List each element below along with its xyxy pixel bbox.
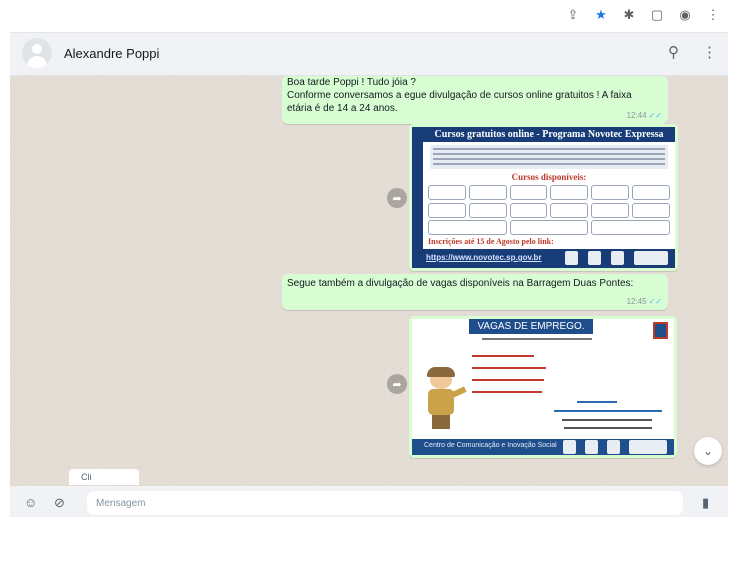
worker-body-shape — [428, 389, 454, 415]
image-message[interactable]: Cursos gratuitos online - Programa Novot… — [409, 124, 678, 271]
course-grid-bottom — [428, 220, 671, 235]
message-input[interactable] — [87, 491, 683, 515]
job-line — [472, 391, 542, 393]
job-flyer-image[interactable]: VAGAS DE EMPREGO. Centro de Comunicação … — [412, 319, 674, 455]
course-grid — [428, 185, 670, 218]
compose-bar: ☺ ⊘ ▮ — [10, 486, 728, 517]
course-cell — [632, 185, 670, 200]
message-time: 12:45 ✓✓ — [627, 295, 662, 308]
message-line: Boa tarde Poppi ! Tudo jóia ? — [287, 77, 416, 88]
course-cell — [591, 203, 630, 218]
image-message[interactable]: VAGAS DE EMPREGO. Centro de Comunicação … — [409, 316, 677, 458]
course-cell — [428, 220, 507, 235]
profile-icon[interactable]: ◉ — [678, 7, 692, 22]
search-icon[interactable]: ⚲ — [668, 43, 679, 61]
mic-icon[interactable]: ▮ — [702, 495, 709, 511]
emoji-icon[interactable]: ☺ — [24, 495, 37, 510]
course-cell — [509, 203, 548, 218]
worker-arm-shape — [451, 386, 467, 398]
flyer-link: https://www.novotec.sp.gov.br — [426, 253, 542, 262]
course-flyer-image[interactable]: Cursos gratuitos online - Programa Novot… — [412, 127, 675, 268]
logo-icon — [634, 251, 668, 265]
logo-icon — [588, 251, 601, 265]
avatar-head-shape — [32, 44, 42, 54]
course-cell — [428, 203, 466, 218]
worker-legs-shape — [432, 415, 450, 429]
avatar-body-shape — [27, 56, 47, 68]
sidebar-icon[interactable]: ▢ — [650, 7, 664, 22]
logo-icon — [629, 440, 667, 454]
worker-illustration — [420, 367, 468, 429]
contact-line — [577, 401, 617, 403]
course-cell — [550, 203, 589, 218]
conversation-panel[interactable]: Boa tarde Poppi ! Tudo jóia ? Conforme c… — [10, 76, 728, 486]
menu-icon[interactable]: ⋮ — [702, 43, 717, 61]
time-text: 12:45 — [626, 297, 647, 306]
read-check-icon: ✓✓ — [648, 297, 662, 306]
course-cell — [591, 185, 630, 200]
star-icon[interactable]: ★ — [594, 7, 608, 22]
message-line: Conforme conversamos a egue divulgação d… — [287, 90, 632, 101]
time-text: 12:44 — [626, 111, 647, 120]
logo-icon — [653, 322, 668, 339]
avatar[interactable] — [22, 38, 52, 68]
job-line — [472, 379, 544, 381]
course-cell — [550, 185, 589, 200]
forward-icon[interactable]: ➦ — [387, 188, 407, 208]
attach-icon[interactable]: ⊘ — [54, 495, 65, 511]
course-cell — [509, 185, 548, 200]
chat-header[interactable]: Alexandre Poppi ⚲ ⋮ — [10, 33, 728, 76]
extensions-icon[interactable]: ✱ — [622, 7, 636, 22]
logo-icon — [585, 440, 598, 454]
scroll-down-button[interactable]: ⌄ — [694, 437, 722, 465]
course-cell — [428, 185, 466, 200]
browser-toolbar: ⇪ ★ ✱ ▢ ◉ ⋮ — [10, 0, 728, 33]
message-line: Segue também a divulgação de vagas dispo… — [287, 278, 634, 289]
contact-line — [562, 419, 652, 421]
flyer-side-band — [412, 127, 423, 268]
contact-line — [564, 427, 652, 429]
flyer-title: VAGAS DE EMPREGO. — [469, 319, 593, 334]
app-window: ⇪ ★ ✱ ▢ ◉ ⋮ Alexandre Poppi ⚲ ⋮ Boa tard… — [10, 0, 728, 517]
worker-hat-shape — [427, 367, 455, 377]
message-text: Boa tarde Poppi ! Tudo jóia ? Conforme c… — [287, 76, 632, 115]
contact-name[interactable]: Alexandre Poppi — [64, 46, 159, 61]
date-chip: Cli — [69, 469, 139, 485]
share-icon[interactable]: ⇪ — [566, 7, 580, 22]
flyer-title: Cursos gratuitos online - Programa Novot… — [423, 127, 675, 142]
course-cell — [632, 203, 670, 218]
course-cell — [591, 220, 671, 235]
message-time: 12:44 ✓✓ — [627, 109, 662, 122]
flyer-subtitle: Cursos disponíveis: — [511, 172, 587, 182]
course-cell — [468, 203, 507, 218]
flyer-footer-text: Centro de Comunicação e Inovação Social — [424, 442, 557, 449]
job-line — [472, 367, 546, 369]
contact-line — [554, 410, 662, 412]
job-line — [472, 355, 534, 357]
date-chip-text: Cli — [81, 472, 92, 482]
course-cell — [468, 185, 507, 200]
browser-icons: ⇪ ★ ✱ ▢ ◉ ⋮ — [566, 7, 720, 22]
message-bubble[interactable]: Boa tarde Poppi ! Tudo jóia ? Conforme c… — [282, 76, 668, 124]
flyer-deadline: Inscrições até 15 de Agosto pelo link: — [428, 237, 554, 246]
flyer-subtitle-line — [482, 338, 592, 340]
logo-icon — [611, 251, 624, 265]
course-cell — [509, 220, 589, 235]
forward-icon[interactable]: ➦ — [387, 374, 407, 394]
message-text: Segue também a divulgação de vagas dispo… — [287, 277, 633, 290]
logo-icon — [607, 440, 620, 454]
read-check-icon: ✓✓ — [648, 111, 662, 120]
logo-icon — [563, 440, 576, 454]
logo-icon — [565, 251, 578, 265]
flyer-intro-block — [430, 145, 668, 169]
more-icon[interactable]: ⋮ — [706, 7, 720, 22]
message-line: etária é de 14 a 24 anos. — [287, 103, 398, 114]
message-bubble[interactable]: Segue também a divulgação de vagas dispo… — [282, 274, 668, 310]
